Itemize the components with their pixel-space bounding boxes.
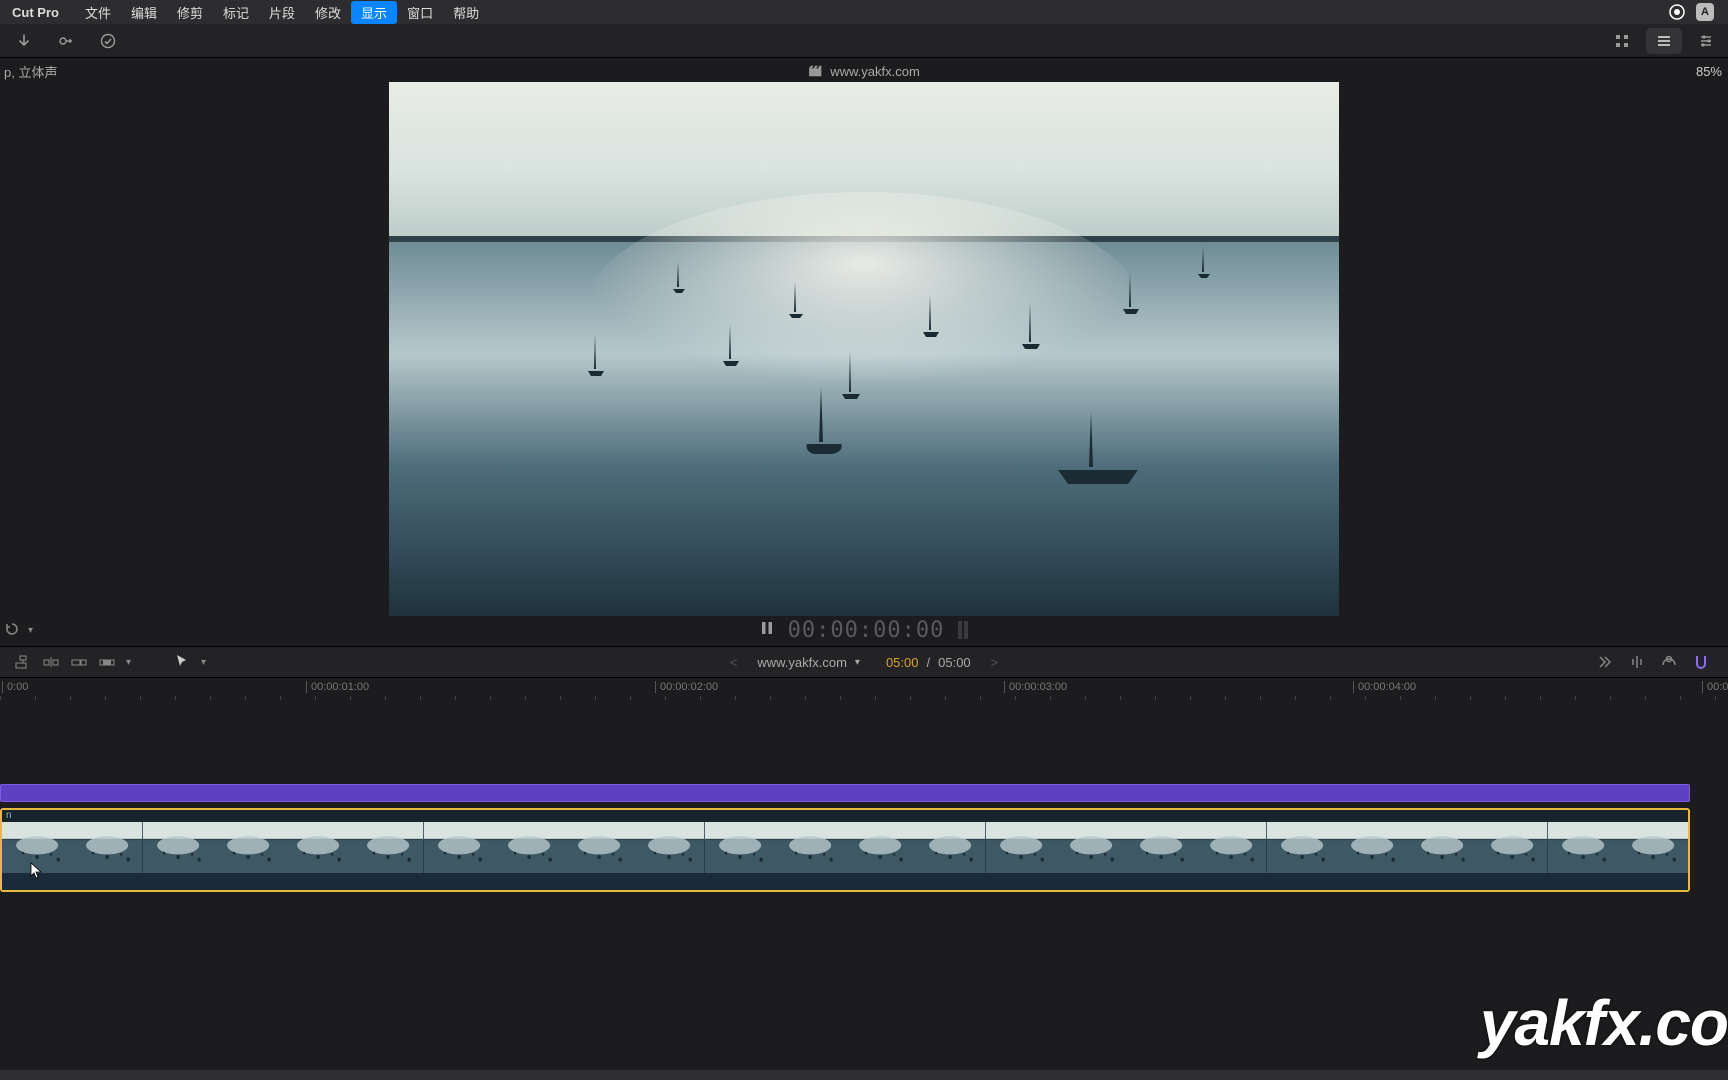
arrow-down-icon — [16, 33, 32, 49]
timeline-area[interactable]: n — [0, 700, 1728, 1010]
menu-view[interactable]: 显示 — [351, 1, 397, 24]
chevron-down-icon[interactable]: ▾ — [28, 625, 33, 636]
sliders-icon — [1698, 33, 1714, 49]
background-tasks-button[interactable] — [90, 28, 126, 54]
audio-meter-icon — [958, 621, 968, 639]
filmstrip-thumb — [775, 822, 845, 874]
menu-file[interactable]: 文件 — [75, 1, 121, 24]
filmstrip-thumb — [283, 822, 353, 874]
solo-icon[interactable] — [1660, 653, 1678, 671]
snapping-icon[interactable] — [1692, 653, 1710, 671]
menubar: Cut Pro 文件 编辑 修剪 标记 片段 修改 显示 窗口 帮助 A — [0, 0, 1728, 24]
select-tool-icon[interactable] — [173, 653, 191, 671]
time-separator: / — [926, 655, 930, 670]
insert-clip-icon[interactable] — [42, 653, 60, 671]
list-icon — [1656, 33, 1672, 49]
filmstrip-thumb — [1548, 822, 1618, 874]
list-view-button[interactable] — [1646, 28, 1682, 54]
audio-waveform — [2, 873, 1688, 890]
timeline-title[interactable]: www.yakfx.com — [757, 655, 847, 670]
record-status-icon[interactable] — [1668, 3, 1686, 21]
keyword-button[interactable] — [48, 28, 84, 54]
watermark: yakfx.co — [1480, 986, 1728, 1060]
filmstrip-thumb — [424, 822, 494, 874]
menu-modify[interactable]: 修改 — [305, 1, 351, 24]
timeline-prev-button[interactable]: < — [718, 655, 750, 670]
filmstrip-thumb — [915, 822, 985, 874]
filmstrip-thumb — [494, 822, 564, 874]
filmstrip-thumb — [353, 822, 423, 874]
timeline-ruler[interactable]: 0:00 00:00:01:00 00:00:02:00 00:00:03:00… — [0, 678, 1728, 700]
zoom-level[interactable]: 85% — [1696, 64, 1728, 79]
chevron-down-icon[interactable]: ▾ — [201, 657, 206, 668]
menu-trim[interactable]: 修剪 — [167, 1, 213, 24]
viewer-header: p, 立体声 www.yakfx.com 85% — [0, 58, 1728, 84]
filmstrip-thumb — [1056, 822, 1126, 874]
viewer-area — [0, 84, 1728, 614]
filmstrip-thumb — [72, 822, 142, 874]
elapsed-time: 05:00 — [886, 655, 919, 670]
total-time: 05:00 — [938, 655, 971, 670]
connect-clip-icon[interactable] — [14, 653, 32, 671]
title-clip[interactable] — [0, 784, 1690, 802]
menu-clip[interactable]: 片段 — [259, 1, 305, 24]
inspector-button[interactable] — [1688, 28, 1724, 54]
project-name: www.yakfx.com — [830, 64, 920, 79]
retime-icon[interactable] — [4, 621, 20, 640]
menu-window[interactable]: 窗口 — [397, 1, 443, 24]
clip-meta: p, 立体声 — [0, 62, 57, 81]
grid-icon — [1614, 33, 1630, 49]
menu-edit[interactable]: 编辑 — [121, 1, 167, 24]
append-clip-icon[interactable] — [70, 653, 88, 671]
filmstrip — [2, 822, 1688, 874]
filmstrip-thumb — [705, 822, 775, 874]
filmstrip-thumb — [845, 822, 915, 874]
clip-appearance-button[interactable] — [1604, 28, 1640, 54]
check-circle-icon — [100, 33, 116, 49]
filmstrip-thumb — [986, 822, 1056, 874]
video-clip[interactable]: n — [0, 808, 1690, 892]
clip-label: n — [2, 810, 1688, 822]
import-button[interactable] — [6, 28, 42, 54]
app-title: Cut Pro — [4, 3, 67, 22]
filmstrip-thumb — [1618, 822, 1688, 874]
pause-button[interactable] — [760, 621, 774, 640]
bottom-bar — [0, 1070, 1728, 1080]
timeline-next-button[interactable]: > — [979, 655, 1011, 670]
filmstrip-thumb — [1407, 822, 1477, 874]
filmstrip-thumb — [564, 822, 634, 874]
filmstrip-thumb — [1337, 822, 1407, 874]
filmstrip-thumb — [1267, 822, 1337, 874]
clapperboard-icon — [808, 64, 822, 78]
key-icon — [58, 33, 74, 49]
viewer-canvas[interactable] — [389, 82, 1339, 616]
chevron-down-icon[interactable]: ▾ — [855, 657, 860, 668]
filmstrip-thumb — [213, 822, 283, 874]
timecode-display[interactable]: 00:00:00:00 — [788, 618, 945, 643]
filmstrip-thumb — [634, 822, 704, 874]
filmstrip-thumb — [1477, 822, 1547, 874]
input-mode-badge[interactable]: A — [1696, 3, 1714, 21]
lower-toolbar: ▾ ▾ < www.yakfx.com ▾ 05:00 / 05:00 > — [0, 646, 1728, 678]
mouse-cursor-icon — [30, 862, 44, 880]
audio-skimming-icon[interactable] — [1628, 653, 1646, 671]
filmstrip-thumb — [1126, 822, 1196, 874]
menu-mark[interactable]: 标记 — [213, 1, 259, 24]
toolbar — [0, 24, 1728, 58]
timecode-row: ▾ 00:00:00:00 — [0, 614, 1728, 646]
filmstrip-thumb — [1196, 822, 1266, 874]
skimming-icon[interactable] — [1596, 653, 1614, 671]
overwrite-clip-icon[interactable] — [98, 653, 116, 671]
menu-help[interactable]: 帮助 — [443, 1, 489, 24]
ruler-ticks — [0, 678, 1728, 700]
preview-frame — [389, 82, 1339, 616]
filmstrip-thumb — [143, 822, 213, 874]
chevron-down-icon[interactable]: ▾ — [126, 657, 131, 668]
